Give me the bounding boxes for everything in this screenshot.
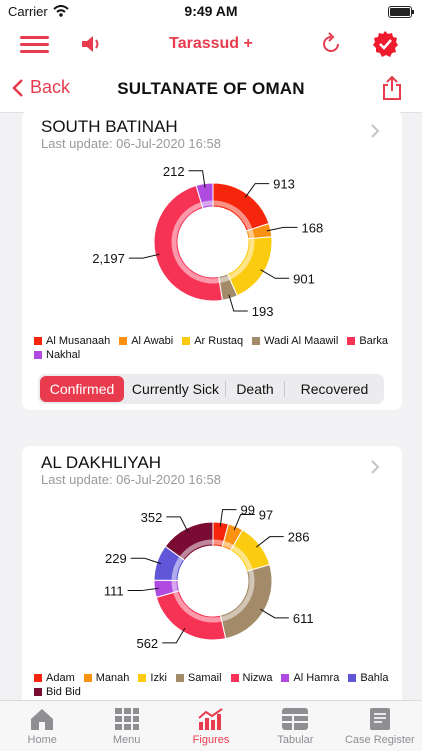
battery-icon: [388, 6, 414, 18]
region-card-south-batinah[interactable]: SOUTH BATINAH Last update: 06-Jul-2020 1…: [22, 110, 402, 410]
tab-case-register[interactable]: Case Register: [338, 701, 422, 751]
navigation-bar: Back SULTANATE OF OMAN: [0, 64, 422, 113]
legend-item: Manah: [83, 672, 129, 684]
data-label: 111: [104, 584, 124, 599]
leader-line: [128, 253, 160, 259]
data-label: 212: [163, 164, 185, 179]
legend-item: Bid Bid: [34, 686, 81, 698]
leader-line: [266, 226, 298, 232]
chevron-right-icon: [371, 124, 380, 138]
legend-item: Bahla: [348, 672, 388, 684]
data-label: 611: [293, 611, 314, 626]
page-title: SULTANATE OF OMAN: [117, 79, 305, 98]
data-label: 97: [259, 508, 273, 523]
legend-item: Adam: [34, 672, 75, 684]
card-title: AL DAKHLIYAH: [41, 453, 161, 472]
legend-item: Nizwa: [230, 672, 272, 684]
segment-confirmed[interactable]: Confirmed: [40, 376, 124, 402]
legend-item: Al Hamra: [281, 672, 339, 684]
tab-label: Menu: [112, 734, 141, 746]
tab-label: Figures: [192, 734, 230, 746]
tab-label: Tabular: [277, 734, 314, 746]
segment-currently-sick[interactable]: Currently Sick: [126, 376, 225, 402]
data-label: 913: [273, 177, 295, 192]
bar-chart-icon: [198, 708, 223, 730]
tab-menu[interactable]: Menu: [84, 701, 168, 751]
legend-item: Al Musanaah: [34, 335, 110, 347]
segment-recovered[interactable]: Recovered: [285, 376, 384, 402]
data-label: 286: [288, 530, 310, 545]
legend-item: Al Awabi: [119, 335, 173, 347]
donut-slice-al-musanaah: [212, 182, 270, 232]
app-bar: Tarassud +: [0, 24, 422, 64]
tab-bar: Home Menu Figures Tabular Case Register: [0, 700, 422, 751]
refresh-icon: [323, 32, 339, 52]
chevron-right-icon: [371, 460, 380, 474]
tab-label: Home: [27, 734, 57, 746]
chart-legend: Adam Manah Izki Samail Nizwa Al Hamra Ba…: [34, 672, 392, 698]
refresh-button[interactable]: [318, 31, 344, 57]
data-label: 2,197: [92, 251, 125, 266]
status-bar: Carrier 9:49 AM: [0, 0, 422, 24]
region-card-al-dakhliyah[interactable]: AL DAKHLIYAH Last update: 06-Jul-2020 16…: [22, 446, 402, 700]
home-icon: [31, 709, 54, 730]
data-label: 99: [241, 503, 255, 518]
legend-item: Barka: [347, 335, 388, 347]
leader-line: [127, 587, 159, 592]
card-title: SOUTH BATINAH: [41, 117, 178, 136]
tab-tabular[interactable]: Tabular: [253, 701, 337, 751]
last-update-text: Last update: 06-Jul-2020 16:58: [41, 136, 221, 151]
donut-chart-south-batinah: 913 168 901 193 2,197 212: [92, 164, 324, 319]
data-label: 229: [105, 551, 127, 566]
table-icon: [282, 708, 309, 730]
last-update-text: Last update: 06-Jul-2020 16:58: [41, 472, 221, 487]
data-label: 193: [252, 304, 274, 319]
share-button[interactable]: [382, 75, 402, 105]
legend-item: Izki: [138, 672, 167, 684]
legend-item: Ar Rustaq: [182, 335, 243, 347]
tab-figures[interactable]: Figures: [169, 701, 253, 751]
donut-chart-al-dakhliyah: 99 97 286 611 562 111 229 352: [104, 503, 314, 651]
verified-badge-icon: [373, 31, 398, 57]
clipboard-icon: [369, 708, 390, 730]
share-icon: [383, 75, 401, 100]
segment-death[interactable]: Death: [226, 376, 284, 402]
clock: 9:49 AM: [184, 3, 238, 19]
data-label: 562: [136, 636, 158, 651]
chart-legend: Al Musanaah Al Awabi Ar Rustaq Wadi Al M…: [34, 335, 392, 361]
data-label: 168: [302, 220, 324, 235]
data-label: 901: [293, 271, 315, 286]
grid-icon: [114, 708, 139, 730]
data-label: 352: [141, 510, 163, 525]
tab-home[interactable]: Home: [0, 701, 84, 751]
legend-item: Nakhal: [34, 349, 80, 361]
legend-item: Wadi Al Maawil: [252, 335, 338, 347]
verified-button[interactable]: [371, 30, 399, 58]
case-type-segmented-control: Confirmed Currently Sick Death Recovered: [38, 374, 384, 404]
tab-label: Case Register: [344, 734, 415, 746]
app-title: Tarassud +: [169, 35, 253, 52]
legend-item: Samail: [175, 672, 222, 684]
